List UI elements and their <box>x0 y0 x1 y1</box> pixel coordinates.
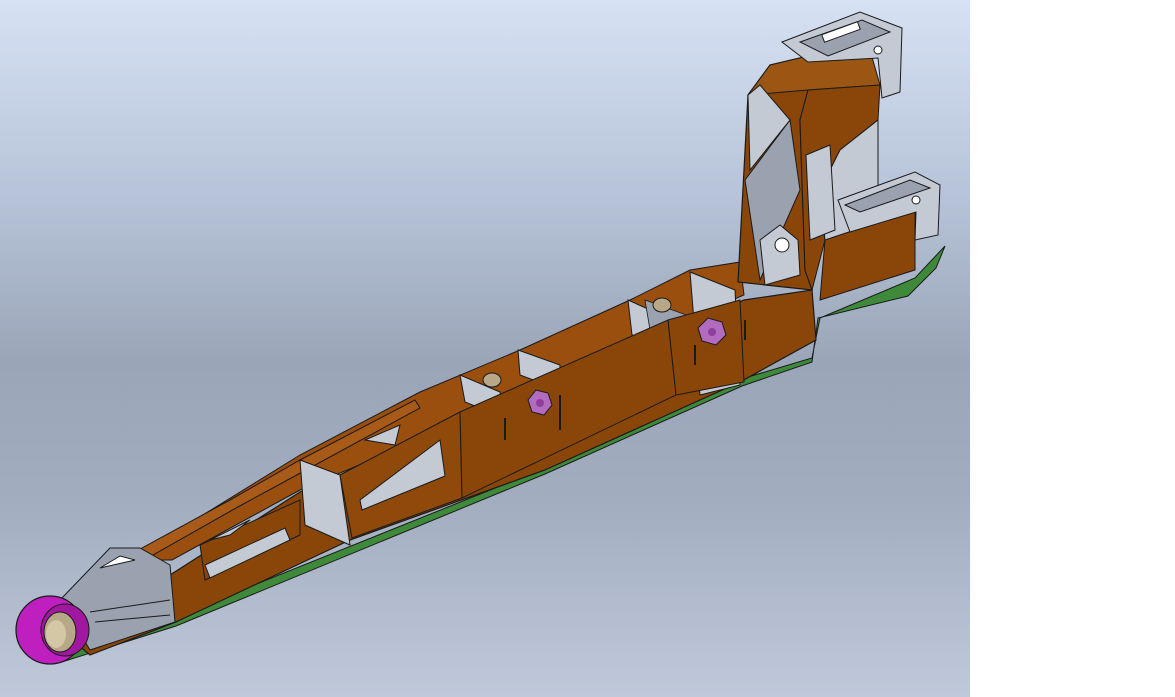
blank-side-panel <box>970 0 1175 697</box>
swingarm-3d-model[interactable] <box>0 0 970 697</box>
cad-viewport[interactable] <box>0 0 970 697</box>
